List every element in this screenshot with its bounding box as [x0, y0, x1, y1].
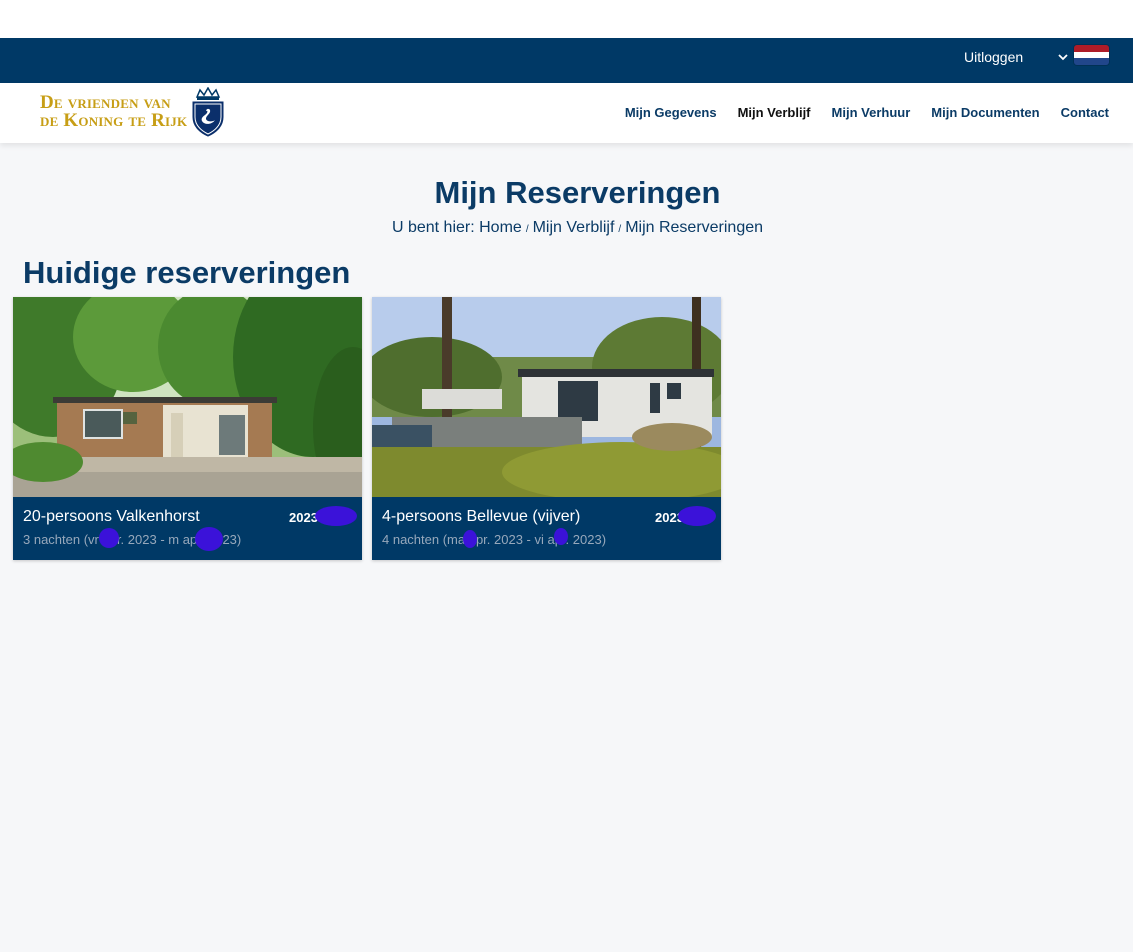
nav-mijn-documenten[interactable]: Mijn Documenten [931, 105, 1039, 120]
breadcrumb-separator: / [618, 224, 622, 235]
reservation-name: 20-persoons Valkenhorst [23, 508, 200, 525]
main-nav: Mijn Gegevens Mijn Verblijf Mijn Verhuur… [625, 105, 1109, 120]
logo-line-2: de Koning te Rijk [40, 110, 188, 131]
logout-link[interactable]: Uitloggen [964, 49, 1023, 65]
breadcrumb-mijn-verblijf[interactable]: Mijn Verblijf [533, 219, 615, 236]
accommodation-photo [13, 297, 362, 497]
accommodation-photo [372, 297, 721, 497]
breadcrumb-prefix: U bent hier: [391, 219, 475, 236]
reservation-name: 4-persoons Bellevue (vijver) [382, 508, 581, 525]
breadcrumb: U bent hier: Home / Mijn Verblijf / Mijn Res… [0, 219, 1133, 237]
netherlands-flag-icon[interactable] [1074, 45, 1109, 65]
reservation-card[interactable]: 20-persoons Valkenhorst 2023 3 nachten (… [13, 297, 362, 560]
crown-swan-shield-icon [192, 87, 224, 137]
breadcrumb-current: Mijn Reserveringen [625, 219, 764, 236]
site-logo[interactable]: De vrienden van de Koning te Rijk [40, 87, 227, 137]
redaction-mark [315, 506, 357, 526]
nav-contact[interactable]: Contact [1061, 105, 1109, 120]
nav-mijn-verblijf[interactable]: Mijn Verblijf [738, 105, 811, 120]
reservation-dates: 4 nachten (ma apr. 2023 - vi apr. 2023) [382, 532, 607, 547]
reservation-year: 2023 [289, 510, 318, 525]
reservation-card[interactable]: 4-persoons Bellevue (vijver) 2023 4 nach… [372, 297, 721, 560]
reservation-info: 20-persoons Valkenhorst 2023 3 nachten (… [13, 497, 362, 560]
page-title: Mijn Reserveringen [434, 175, 721, 210]
reservation-info: 4-persoons Bellevue (vijver) 2023 4 nach… [372, 497, 721, 560]
breadcrumb-separator: / [525, 224, 529, 235]
top-spacer [0, 0, 1133, 38]
site-header: De vrienden van de Koning te Rijk Mijn G… [0, 83, 1133, 143]
redaction-mark [99, 528, 119, 548]
chevron-down-icon[interactable] [1057, 51, 1069, 63]
redaction-mark [554, 528, 568, 545]
logo-text: De vrienden van de Koning te Rijk [40, 93, 188, 131]
redaction-mark [195, 527, 223, 551]
breadcrumb-home[interactable]: Home [479, 219, 522, 236]
top-bar: Uitloggen [0, 38, 1133, 83]
nav-mijn-gegevens[interactable]: Mijn Gegevens [625, 105, 717, 120]
nav-mijn-verhuur[interactable]: Mijn Verhuur [832, 105, 911, 120]
section-title: Huidige reserveringen [23, 255, 351, 290]
redaction-mark [463, 530, 477, 548]
redaction-mark [678, 506, 716, 526]
